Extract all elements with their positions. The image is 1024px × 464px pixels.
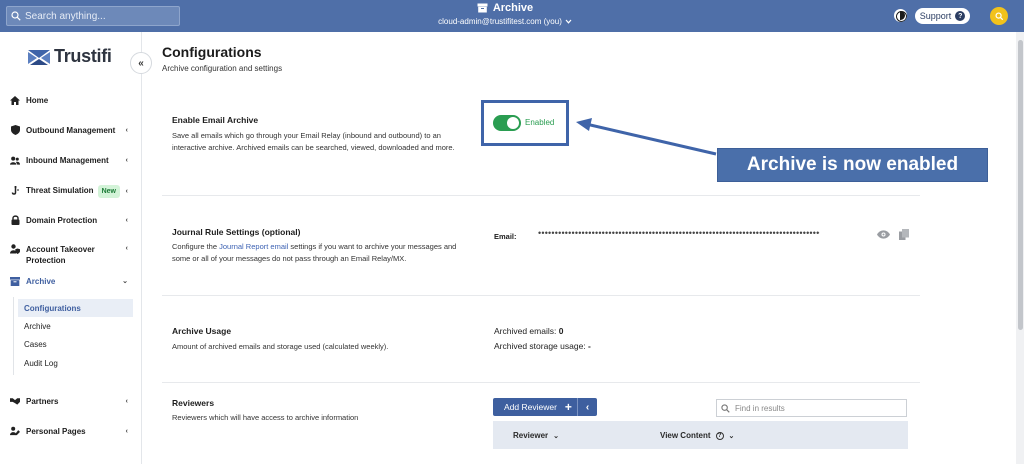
email-archive-desc: Save all emails which go through your Em…: [172, 131, 455, 152]
find-input[interactable]: [735, 403, 895, 413]
archived-emails: Archived emails: 0: [494, 326, 564, 336]
scrollbar-thumb[interactable]: [1018, 40, 1023, 330]
section-divider: [162, 382, 920, 383]
email-archive-title: Enable Email Archive: [172, 115, 259, 125]
sidebar-item-label: Threat Simulation: [26, 185, 94, 195]
chevron-down-icon: [565, 19, 572, 24]
usage-desc: Amount of archived emails and storage us…: [172, 342, 389, 351]
support-button[interactable]: Support ?: [915, 8, 970, 24]
global-search[interactable]: [6, 6, 180, 26]
journal-desc: Configure the Journal Report email setti…: [172, 242, 457, 263]
logo-text: Trustifi: [54, 46, 112, 66]
submenu-rail: [13, 297, 14, 375]
archive-icon: [477, 3, 488, 13]
sidebar-item-archive[interactable]: Archive ⌄: [0, 275, 142, 287]
user-edit-icon: [10, 426, 20, 436]
annotation-callout: Archive is now enabled: [717, 148, 988, 182]
sidebar-item-home[interactable]: Home: [0, 94, 142, 106]
chevron-left-icon: ‹: [125, 397, 128, 405]
chevron-left-icon: ‹: [125, 216, 128, 224]
handshake-icon: [10, 396, 20, 406]
sidebar-item-domain-protection[interactable]: Domain Protection ‹: [0, 214, 142, 226]
chevron-left-icon[interactable]: ‹: [577, 398, 597, 416]
home-icon: [10, 95, 20, 105]
search-input[interactable]: [25, 10, 175, 22]
search-icon: [721, 403, 730, 413]
sidebar-sub-configurations[interactable]: Configurations: [18, 299, 133, 317]
masked-email-value: ••••••••••••••••••••••••••••••••••••••••…: [538, 228, 820, 238]
trustifi-logo-icon: [28, 49, 50, 65]
copy-icon[interactable]: [899, 229, 909, 240]
sidebar-item-account-takeover[interactable]: Account Takeover Protection ‹: [0, 243, 142, 267]
chevron-left-icon: ‹: [125, 427, 128, 435]
sidebar-sub-audit-log[interactable]: Audit Log: [18, 354, 133, 372]
sidebar-collapse-button[interactable]: «: [130, 52, 152, 74]
help-icon: ?: [715, 431, 724, 440]
sidebar: Trustifi Home Outbound Management ‹ Inbo…: [0, 32, 142, 464]
sidebar-item-inbound[interactable]: Inbound Management ‹: [0, 154, 142, 166]
chevron-left-icon: ‹: [125, 156, 128, 164]
chevron-down-icon: ⌄: [122, 278, 128, 285]
reviewers-desc: Reviewers which will have access to arch…: [172, 413, 359, 422]
search-icon: [994, 11, 1003, 20]
eye-icon[interactable]: [877, 230, 890, 239]
chevron-down-icon: ⌄: [553, 432, 560, 440]
reviewers-title: Reviewers: [172, 398, 215, 408]
page-header: Archive cloud-admin@trustifitest.com (yo…: [380, 2, 630, 26]
find-in-results[interactable]: [716, 399, 907, 417]
journal-report-link[interactable]: Journal Report email: [219, 242, 288, 251]
journal-title: Journal Rule Settings (optional): [172, 227, 301, 237]
archived-storage: Archived storage usage: -: [494, 341, 591, 351]
shield-icon: [10, 125, 20, 135]
user-menu[interactable]: cloud-admin@trustifitest.com (you): [380, 17, 630, 26]
user-shield-icon: [10, 244, 20, 254]
toggle-knob: [507, 117, 519, 129]
annotation-arrow: [576, 118, 717, 156]
theme-toggle-icon[interactable]: [894, 9, 907, 22]
chevron-left-icon: ‹: [125, 187, 128, 195]
enable-archive-toggle[interactable]: [493, 115, 521, 131]
sidebar-sub-cases[interactable]: Cases: [18, 335, 133, 353]
search-icon: [11, 11, 21, 21]
sidebar-item-outbound[interactable]: Outbound Management ‹: [0, 124, 142, 136]
avatar[interactable]: [990, 7, 1008, 25]
users-icon: [10, 155, 20, 165]
archive-icon: [10, 276, 20, 286]
hook-icon: [10, 186, 20, 196]
archived-storage-value: -: [588, 341, 591, 351]
page-subtitle: Archive configuration and settings: [162, 64, 283, 73]
sidebar-item-threat-simulation[interactable]: Threat Simulation New ‹: [0, 184, 142, 198]
lock-icon: [10, 215, 20, 225]
column-view-content[interactable]: View Content? ⌄: [660, 431, 734, 440]
section-divider: [162, 195, 920, 196]
support-label: Support: [919, 11, 952, 21]
archived-emails-value: 0: [558, 326, 564, 336]
plus-icon: +: [564, 400, 572, 414]
new-badge: New: [97, 184, 120, 198]
column-reviewer[interactable]: Reviewer ⌄: [513, 431, 559, 440]
section-divider: [162, 295, 920, 296]
user-email: cloud-admin@trustifitest.com (you): [438, 17, 562, 26]
sidebar-sub-archive[interactable]: Archive: [18, 317, 133, 335]
logo[interactable]: Trustifi: [28, 46, 112, 67]
header-title: Archive: [492, 2, 534, 14]
chevron-left-icon: ‹: [125, 126, 128, 134]
enable-toggle-highlight: Enabled: [481, 100, 569, 146]
page-title: Configurations: [162, 44, 262, 60]
usage-title: Archive Usage: [172, 326, 232, 336]
toggle-status-label: Enabled: [525, 118, 555, 127]
email-label: Email:: [494, 232, 517, 241]
chevron-left-icon: ‹: [125, 245, 128, 252]
top-bar: Archive cloud-admin@trustifitest.com (yo…: [0, 0, 1024, 32]
add-reviewer-button[interactable]: Add Reviewer + ‹: [493, 398, 597, 416]
question-icon: ?: [955, 11, 966, 21]
sidebar-item-partners[interactable]: Partners ‹: [0, 395, 142, 407]
reviewers-table-header: Reviewer ⌄ View Content? ⌄: [493, 421, 908, 449]
sidebar-item-personal-pages[interactable]: Personal Pages ‹: [0, 425, 142, 437]
chevron-down-icon: ⌄: [728, 432, 735, 440]
